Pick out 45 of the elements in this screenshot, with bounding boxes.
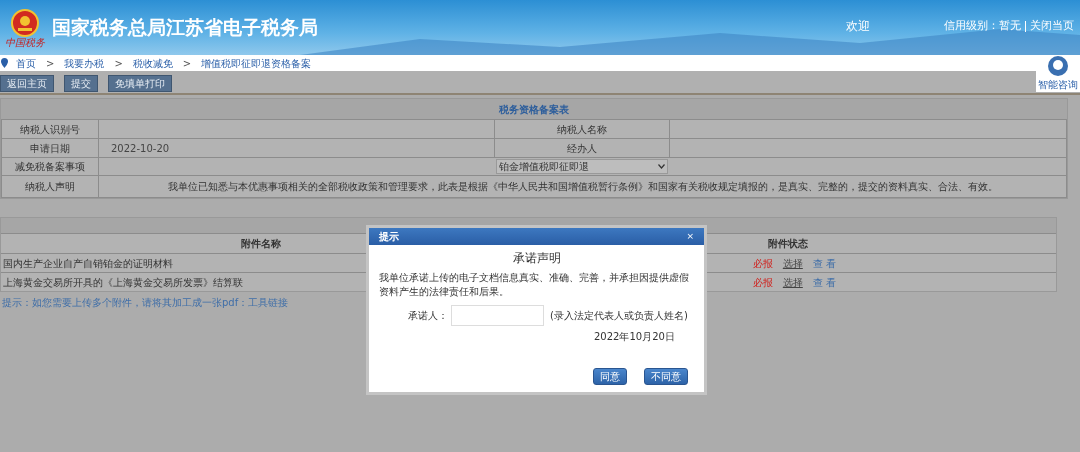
field-label: 申请日期	[1, 138, 99, 158]
field-value: 2022-10-20	[111, 142, 170, 154]
toolbar-button[interactable]: 提交	[64, 75, 98, 92]
upload-hint: 提示：如您需要上传多个附件，请将其加工成一张pdf：	[2, 296, 249, 310]
attachment-name: 国内生产企业自产自销铂金的证明材料	[3, 256, 173, 271]
breadcrumb-separator: >	[46, 56, 55, 71]
view-link[interactable]: 查 看	[812, 255, 836, 271]
toolbar-button[interactable]: 免填单打印	[108, 75, 172, 92]
welcome-text: 欢迎	[846, 18, 870, 35]
site-title: 国家税务总局江苏省电子税务局	[52, 15, 318, 41]
view-link[interactable]: 查 看	[812, 274, 836, 290]
field-label: 纳税人声明	[1, 175, 99, 198]
field-label: 纳税人名称	[494, 119, 670, 139]
declaration-text: 我单位已知悉与本优惠事项相关的全部税收政策和管理要求，此表是根据《中华人民共和国增值税暂行条例》和国家有关税收规定填报的，是真实、完整的，提交的资料真实、合法、有效。	[98, 175, 1067, 198]
choose-link[interactable]: 选择	[782, 274, 803, 290]
dialog-button[interactable]: 同意	[593, 368, 627, 385]
breadcrumb-link[interactable]: 税收减免	[132, 55, 173, 71]
dialog-button[interactable]: 不同意	[644, 368, 688, 385]
field-note: (录入法定代表人或负责人姓名)	[550, 309, 688, 323]
required-label: 必报	[752, 275, 773, 290]
dialog-heading: 承诺声明	[511, 250, 562, 267]
close-button[interactable]: ×	[686, 232, 694, 241]
breadcrumb-separator: >	[182, 56, 192, 71]
required-label: 必报	[752, 256, 773, 271]
column-header: 附件状态	[768, 237, 808, 251]
toolbar-button[interactable]: 返回主页	[0, 75, 54, 92]
breadcrumb-link[interactable]: 增值税即征即退资格备案	[201, 55, 312, 71]
field-label: 减免税备案事项	[1, 157, 99, 176]
choose-link[interactable]: 选择	[782, 255, 803, 271]
field-label: 经办人	[494, 138, 670, 158]
field-label: 承诺人：	[407, 309, 448, 323]
form-title: 税务资格备案表	[499, 102, 569, 117]
dialog-title: 提示	[379, 230, 399, 244]
close-page-link[interactable]: 关闭当页	[1030, 18, 1074, 35]
breadcrumb-separator: >	[114, 56, 123, 71]
logo-caption: 中国税务	[5, 37, 45, 48]
dialog-date: 2022年10月20日	[594, 330, 676, 344]
breadcrumb-link[interactable]: 首页	[16, 55, 36, 71]
breadcrumb-link[interactable]: 我要办税	[64, 55, 105, 71]
matter-select[interactable]: 铂金增值税即征即退	[496, 159, 668, 174]
column-header: 附件名称	[241, 237, 281, 251]
field-label: 纳税人识别号	[1, 119, 99, 139]
attachment-name: 上海黄金交易所开具的《上海黄金交易所发票》结算联	[3, 275, 243, 290]
credit-level: 信用级别：暂无	[944, 18, 1021, 34]
dialog-text: 我单位承诺上传的电子文档信息真实、准确、完善，并承担因提供虚假资料产生的法律责任和后果。	[378, 271, 690, 299]
